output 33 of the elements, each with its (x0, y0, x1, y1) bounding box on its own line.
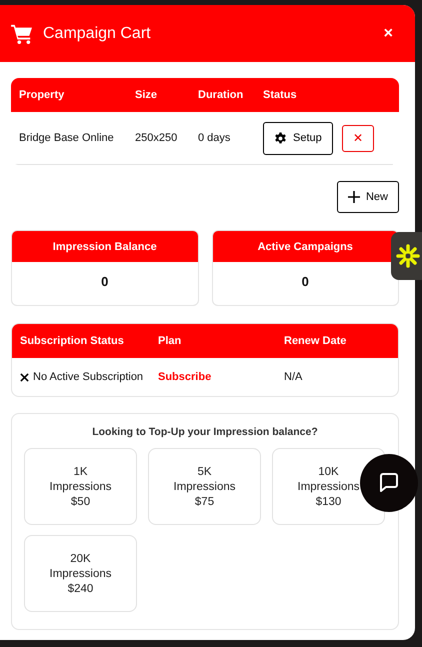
remove-button[interactable]: ✕ (342, 124, 374, 152)
stat-value: 0 (100, 273, 110, 289)
plus-icon (348, 191, 360, 203)
setup-button[interactable]: Setup (263, 122, 333, 154)
column-header: Size (135, 89, 158, 101)
column-header: Subscription Status (20, 335, 125, 347)
dialog-title: Campaign Cart (43, 24, 152, 42)
stat-title: Impression Balance (12, 231, 198, 262)
column-header: Status (263, 89, 298, 101)
stat-title: Active Campaigns (212, 231, 398, 262)
gear-icon (274, 132, 287, 144)
column-header: Plan (158, 335, 182, 347)
close-button[interactable]: × (382, 24, 395, 42)
table-cell: No Active Subscription (33, 371, 144, 383)
column-header: Property (19, 89, 66, 101)
table-cell-text: N/A (284, 371, 304, 383)
package-option[interactable]: 1K Impressions $50 (24, 448, 137, 525)
cross-icon (20, 372, 29, 382)
table-cell-text: 0 days (198, 132, 232, 144)
topup-prompt: Looking to Top-Up your Impression balance? (91, 426, 319, 438)
widget-tab[interactable] (391, 232, 422, 280)
package-option[interactable]: 5K Impressions $75 (148, 448, 261, 525)
column-header: Duration (198, 89, 244, 101)
chat-icon (377, 471, 401, 495)
column-header: Renew Date (284, 335, 348, 347)
stat-value: 0 (300, 273, 310, 289)
asterisk-icon (396, 244, 420, 268)
cart-icon (11, 24, 33, 44)
table-cell-text: Bridge Base Online (19, 132, 115, 144)
subscribe-link[interactable]: Subscribe (158, 371, 284, 383)
package-option[interactable]: 20K Impressions $240 (24, 535, 137, 612)
table-cell-text: 250x250 (135, 132, 178, 144)
new-button[interactable]: New (336, 181, 399, 213)
